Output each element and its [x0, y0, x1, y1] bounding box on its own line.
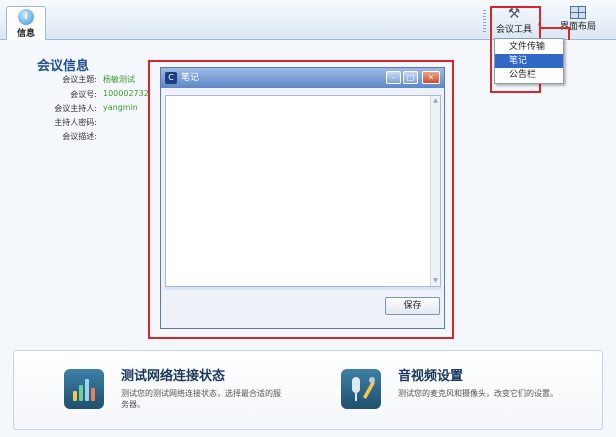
app-icon: C [165, 72, 177, 84]
info-row-topic: 会议主题: 杨敏测试 [0, 74, 150, 86]
settings-panel: 测试网络连接状态 测试您的测试网络连接状态，选择最合适的服务器。 音视频设置 测… [13, 350, 603, 430]
av-settings-icon [341, 369, 381, 409]
av-settings-title[interactable]: 音视频设置 [398, 365, 463, 384]
scroll-down-icon[interactable]: ▼ [431, 276, 440, 286]
info-key: 会议主持人: [54, 104, 97, 113]
info-value: 杨敏测试 [103, 75, 135, 84]
network-test-icon [64, 369, 104, 409]
info-key: 主持人密码: [54, 118, 97, 127]
toolbar-grip [483, 10, 486, 32]
info-value: yangmin [103, 103, 138, 112]
close-icon[interactable]: ✕ [422, 71, 440, 84]
maximize-icon[interactable]: □ [403, 71, 418, 84]
av-settings-card[interactable]: 音视频设置 测试您的麦克风和摄像头，改变它们的设置。 [341, 351, 591, 431]
notes-textarea[interactable]: ▲ ▼ [165, 95, 441, 287]
av-settings-desc: 测试您的麦克风和摄像头，改变它们的设置。 [398, 389, 558, 398]
notes-divider [165, 287, 441, 290]
notes-scrollbar[interactable]: ▲ ▼ [430, 96, 440, 286]
layout-button[interactable]: 界面布局 [553, 6, 603, 38]
meeting-tools-menu: 文件传输 笔记 公告栏 [494, 38, 564, 84]
menu-item-notes[interactable]: 笔记 [495, 54, 563, 68]
notes-title: 笔记 [181, 73, 200, 83]
highlight-connector [540, 27, 570, 29]
highlight-connector-vertical [568, 27, 570, 40]
minimize-icon[interactable]: – [386, 71, 401, 84]
info-row-meeting-id: 会议号: 100002732 [0, 89, 150, 101]
notes-titlebar[interactable]: C 笔记 – □ ✕ [161, 68, 444, 88]
network-test-title[interactable]: 测试网络连接状态 [121, 365, 225, 384]
save-button[interactable]: 保存 [385, 297, 440, 315]
network-test-desc: 测试您的测试网络连接状态，选择最合适的服务器。 [121, 389, 281, 409]
layout-icon [570, 6, 586, 19]
info-row-host: 会议主持人: yangmin [0, 103, 150, 115]
info-key: 会议描述: [62, 132, 97, 141]
notes-window: C 笔记 – □ ✕ ▲ ▼ 保存 [160, 67, 445, 329]
info-title: 会议信息 [37, 59, 90, 74]
info-key: 会议主题: [62, 75, 97, 84]
info-icon: i [18, 9, 34, 25]
scroll-up-icon[interactable]: ▲ [431, 96, 440, 106]
menu-item-bulletin[interactable]: 公告栏 [495, 68, 563, 82]
tab-info[interactable]: i 信息 [6, 6, 46, 40]
info-row-host-password: 主持人密码: [0, 117, 150, 129]
tab-info-label: 信息 [16, 29, 35, 39]
info-value: 100002732 [103, 89, 149, 98]
network-test-card[interactable]: 测试网络连接状态 测试您的测试网络连接状态，选择最合适的服务器。 [64, 351, 314, 431]
info-key: 会议号: [70, 90, 97, 99]
layout-label: 界面布局 [559, 22, 596, 32]
menu-item-file-transfer[interactable]: 文件传输 [495, 40, 563, 54]
info-row-description: 会议描述: [0, 131, 150, 143]
